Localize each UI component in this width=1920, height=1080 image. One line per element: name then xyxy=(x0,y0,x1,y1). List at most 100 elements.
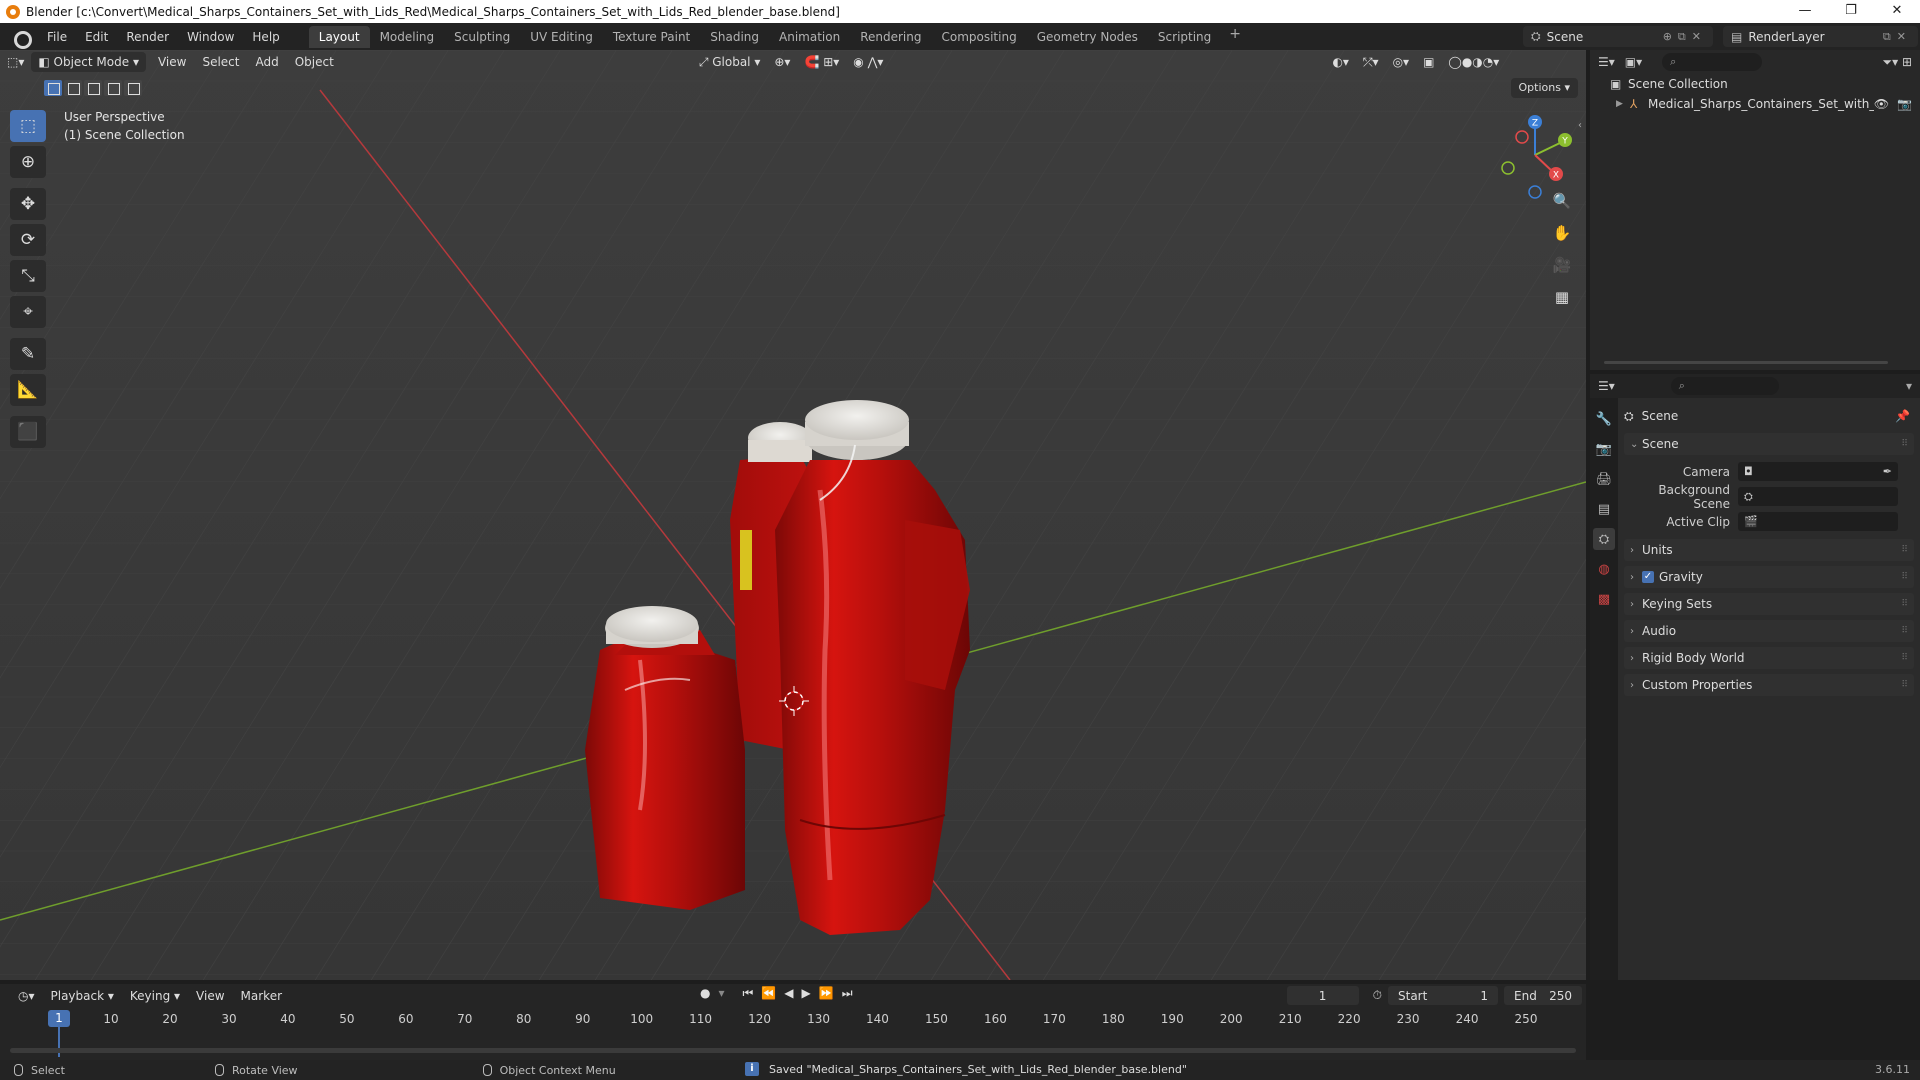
tab-modeling[interactable]: Modeling xyxy=(370,26,445,48)
tab-sculpting[interactable]: Sculpting xyxy=(444,26,520,48)
panel-units[interactable]: › Units ⠿ xyxy=(1624,539,1914,561)
editor-type-button[interactable]: ⬚▾ xyxy=(0,52,31,72)
sidebar-toggle-icon[interactable]: ‹ xyxy=(1578,120,1582,131)
add-cube-tool[interactable]: ⬛ xyxy=(10,416,46,448)
proportional-edit-icon[interactable]: ◉ ⋀▾ xyxy=(846,52,890,72)
outliner-editor-type-icon[interactable]: ☰▾ xyxy=(1598,55,1615,69)
view-layer-selector[interactable]: ▤ RenderLayer ⧉✕ xyxy=(1723,26,1918,47)
scene-selector[interactable]: ⛭ Scene ⊕⧉✕ xyxy=(1523,26,1713,47)
pin-icon[interactable]: 📌 xyxy=(1895,409,1910,423)
options-dropdown[interactable]: Options ▾ xyxy=(1510,78,1578,98)
pan-hand-icon[interactable]: ✋ xyxy=(1548,220,1576,246)
timeline-ruler[interactable]: 10 20 30 40 50 60 70 80 90 100 110 120 130 140 150 160 1… xyxy=(0,1008,1586,1028)
record-options-icon[interactable]: ▾ xyxy=(718,986,724,1001)
mode-selector[interactable]: ◧ Object Mode ▾ xyxy=(31,52,146,72)
texture-tab-icon[interactable]: ▩ xyxy=(1593,588,1615,610)
tab-uv-editing[interactable]: UV Editing xyxy=(520,26,603,48)
navigation-gizmo[interactable]: Z Y X xyxy=(1490,110,1580,200)
render-tab-icon[interactable]: 📷 xyxy=(1593,438,1615,460)
add-workspace-button[interactable]: + xyxy=(1221,26,1249,48)
scale-tool[interactable]: ⤡ xyxy=(10,260,46,292)
menu-select[interactable]: Select xyxy=(194,55,247,69)
snap-icon[interactable]: 🧲 ⊞▾ xyxy=(797,52,846,72)
drag-grip-icon[interactable]: ⠿ xyxy=(1901,680,1908,690)
outliner-row-scene-collection[interactable]: ▣ Scene Collection xyxy=(1590,74,1920,94)
view-layer-buttons[interactable]: ⧉✕ xyxy=(1883,30,1918,44)
drag-grip-icon[interactable]: ⠿ xyxy=(1901,653,1908,663)
select-extend-icon[interactable] xyxy=(64,80,82,96)
annotate-tool[interactable]: ✎ xyxy=(10,338,46,370)
properties-options-icon[interactable]: ▾ xyxy=(1906,379,1912,393)
visibility-eye-icon[interactable]: 👁 xyxy=(1874,97,1889,111)
menu-help[interactable]: Help xyxy=(243,24,288,50)
transform-orientation[interactable]: ⤢ Global ▾ xyxy=(692,52,768,72)
shading-mode-icons[interactable]: ◯●◑◔▾ xyxy=(1441,52,1506,72)
drag-grip-icon[interactable]: ⠿ xyxy=(1901,545,1908,555)
tab-geometry-nodes[interactable]: Geometry Nodes xyxy=(1027,26,1148,48)
output-tab-icon[interactable]: 🖨 xyxy=(1593,468,1615,490)
cursor-tool[interactable]: ⊕ xyxy=(10,146,46,178)
rotate-tool[interactable]: ⟳ xyxy=(10,224,46,256)
outliner-search-input[interactable]: ⌕ xyxy=(1662,53,1763,71)
render-camera-icon[interactable]: 📷 xyxy=(1897,97,1912,111)
properties-search-input[interactable]: ⌕ xyxy=(1670,377,1779,395)
menu-view[interactable]: View xyxy=(150,55,194,69)
scene-field-buttons[interactable]: ⊕⧉✕ xyxy=(1663,30,1713,44)
play-icon[interactable]: ▶ xyxy=(802,986,811,1001)
tool-tab-icon[interactable]: 🔧 xyxy=(1593,408,1615,430)
background-scene-field[interactable]: ⛭ xyxy=(1738,487,1898,506)
minimize-button[interactable]: — xyxy=(1782,0,1828,23)
end-frame-field[interactable]: End 250 xyxy=(1504,986,1582,1005)
panel-gravity[interactable]: › ✓ Gravity ⠿ xyxy=(1624,566,1914,588)
timeline-editor-type-icon[interactable]: ◷▾ xyxy=(10,989,43,1003)
xray-toggle-icon[interactable]: ▣ xyxy=(1416,52,1441,72)
maximize-button[interactable]: ❐ xyxy=(1828,0,1874,23)
menu-window[interactable]: Window xyxy=(178,24,243,50)
current-frame-field[interactable]: 1 xyxy=(1286,986,1359,1005)
overlay-toggle-icon[interactable]: ◎▾ xyxy=(1386,52,1417,72)
pivot-point-icon[interactable]: ⊕▾ xyxy=(767,52,797,72)
jump-end-icon[interactable]: ⏭ xyxy=(842,986,853,1001)
outliner-row-object[interactable]: ▶ ⅄ Medical_Sharps_Containers_Set_with_L… xyxy=(1590,94,1920,114)
properties-editor-type-icon[interactable]: ☰▾ xyxy=(1598,379,1615,393)
expand-arrow-icon[interactable]: ▶ xyxy=(1616,99,1630,109)
menu-playback[interactable]: Playback ▾ xyxy=(43,989,122,1003)
camera-field[interactable]: ◘ ✒ xyxy=(1738,462,1898,481)
tab-animation[interactable]: Animation xyxy=(769,26,850,48)
drag-grip-icon[interactable]: ⠿ xyxy=(1901,572,1908,582)
start-frame-field[interactable]: Start 1 xyxy=(1388,986,1498,1005)
drag-grip-icon[interactable]: ⠿ xyxy=(1901,439,1908,449)
tab-texture-paint[interactable]: Texture Paint xyxy=(603,26,700,48)
jump-start-icon[interactable]: ⏮ xyxy=(743,986,754,1001)
blender-logo-icon[interactable] xyxy=(10,29,32,49)
menu-edit[interactable]: Edit xyxy=(76,24,117,50)
preview-range-icon[interactable]: ⏱ xyxy=(1373,986,1382,1005)
next-keyframe-icon[interactable]: ⏩ xyxy=(819,986,834,1001)
world-tab-icon[interactable]: ◍ xyxy=(1593,558,1615,580)
scene-tab-icon[interactable]: ⛭ xyxy=(1593,528,1615,550)
panel-custom-properties[interactable]: › Custom Properties ⠿ xyxy=(1624,674,1914,696)
display-mode-icon[interactable]: ▣▾ xyxy=(1625,55,1642,69)
select-invert-icon[interactable] xyxy=(104,80,122,96)
menu-render[interactable]: Render xyxy=(117,24,178,50)
camera-view-icon[interactable]: 🎥 xyxy=(1548,252,1576,278)
menu-marker[interactable]: Marker xyxy=(233,989,290,1003)
tab-rendering[interactable]: Rendering xyxy=(850,26,931,48)
close-button[interactable]: ✕ xyxy=(1874,0,1920,23)
move-tool[interactable]: ✥ xyxy=(10,188,46,220)
panel-keying-sets[interactable]: › Keying Sets ⠿ xyxy=(1624,593,1914,615)
tab-compositing[interactable]: Compositing xyxy=(931,26,1026,48)
menu-object[interactable]: Object xyxy=(287,55,342,69)
record-icon[interactable]: ● xyxy=(700,986,710,1001)
select-intersect-icon[interactable] xyxy=(124,80,142,96)
playhead-frame-label[interactable]: 1 xyxy=(48,1010,70,1027)
zoom-icon[interactable]: 🔍 xyxy=(1548,188,1576,214)
menu-file[interactable]: File xyxy=(38,24,76,50)
outliner-scrollbar[interactable] xyxy=(1604,361,1888,364)
perspective-grid-icon[interactable]: ▦ xyxy=(1548,284,1576,310)
select-box-tool[interactable]: ⬚ xyxy=(10,110,46,142)
menu-add[interactable]: Add xyxy=(247,55,286,69)
tab-layout[interactable]: Layout xyxy=(308,25,370,48)
menu-timeline-view[interactable]: View xyxy=(188,989,232,1003)
3d-viewport[interactable]: ⬚▾ ◧ Object Mode ▾ View Select Add Objec… xyxy=(0,50,1586,980)
